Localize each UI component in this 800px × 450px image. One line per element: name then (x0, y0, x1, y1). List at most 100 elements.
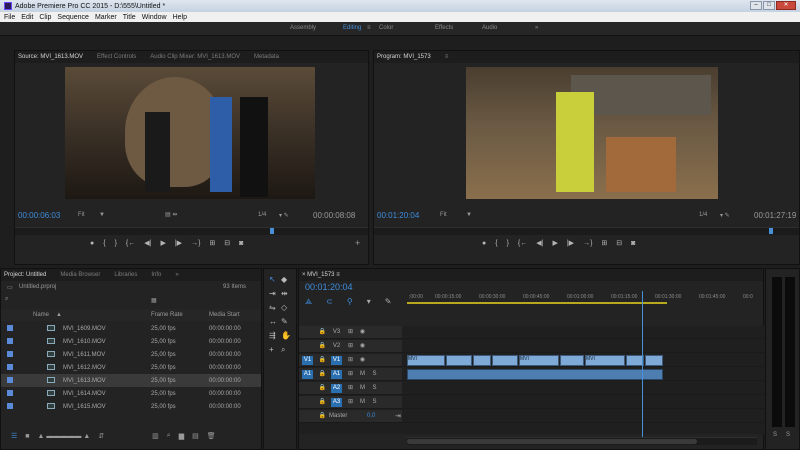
tab-media-browser[interactable]: Media Browser (60, 272, 100, 278)
track-label-v3[interactable]: V3 (331, 328, 342, 337)
new-item-icon[interactable]: ▤ (192, 432, 199, 440)
column-name[interactable]: Name (33, 312, 49, 318)
add-marker-icon[interactable]: ● (482, 240, 486, 247)
export-frame-icon[interactable]: ◙ (239, 240, 243, 247)
lock-icon[interactable]: 🔒 (317, 412, 328, 421)
slide-icon[interactable]: ⇶ (269, 331, 281, 340)
lock-icon[interactable]: 🔒 (317, 356, 328, 365)
go-to-out-icon[interactable]: →} (583, 240, 592, 247)
search-icon[interactable]: ⌕ (5, 296, 8, 303)
mark-in-icon[interactable]: { (103, 240, 105, 247)
column-media-start[interactable]: Media Start (209, 312, 240, 318)
minimize-button[interactable]: – (750, 1, 762, 10)
ripple-edit-icon[interactable]: ⇥ (269, 289, 281, 298)
workspace-assembly[interactable]: Assembly (290, 25, 316, 31)
close-button[interactable]: ✕ (776, 1, 796, 10)
source-timecode[interactable]: 00:00:06:03 (18, 211, 60, 220)
menu-clip[interactable]: Clip (39, 14, 51, 21)
source-fit-dropdown[interactable]: Fit (78, 212, 85, 218)
wrench-icon[interactable]: ▾ ✎ (720, 212, 730, 219)
sort-up-icon[interactable]: ▲ (56, 312, 62, 318)
program-timecode[interactable]: 00:01:20:04 (377, 211, 419, 220)
add-marker-icon[interactable]: ▾ (367, 297, 371, 307)
step-back-icon[interactable]: ◀| (144, 239, 151, 247)
video-clip[interactable]: MVI (519, 355, 559, 366)
eye-icon[interactable]: ◉ (357, 328, 368, 337)
eye-icon[interactable]: ◉ (357, 356, 368, 365)
mark-in-icon[interactable]: { (495, 240, 497, 247)
lock-icon[interactable]: 🔒 (317, 384, 328, 393)
mute-icon[interactable]: M (357, 398, 368, 407)
timeline-settings-icon[interactable]: ✎ (385, 297, 392, 307)
workspace-audio[interactable]: Audio (482, 25, 497, 31)
slip-icon[interactable]: ↔ (269, 317, 281, 326)
timeline-playhead[interactable] (642, 291, 643, 441)
sync-lock-icon[interactable]: ⊞ (345, 328, 356, 337)
chevron-down-icon[interactable]: ▼ (466, 212, 472, 218)
linked-selection-icon[interactable]: ⚲ (347, 297, 353, 307)
sync-lock-icon[interactable]: ⊞ (345, 370, 356, 379)
play-icon[interactable]: ▶ (160, 239, 165, 247)
video-clip[interactable]: MVI (585, 355, 625, 366)
program-tab-menu-icon[interactable]: ≡ (445, 54, 449, 60)
timeline-ruler[interactable]: ;00:00 00:00:15:00 00:00:30:00 00:00:45:… (407, 291, 762, 305)
track-label-v2[interactable]: V2 (331, 342, 342, 351)
source-resolution[interactable]: 1/4 (258, 212, 266, 218)
list-view-icon[interactable]: ☰ (11, 432, 17, 440)
workspace-color[interactable]: Color (379, 25, 393, 31)
track-label-v1[interactable]: V1 (331, 356, 342, 365)
video-clip[interactable]: MVI (407, 355, 445, 366)
tab-project[interactable]: Project: Untitled (4, 272, 46, 278)
tab-audio-clip-mixer[interactable]: Audio Clip Mixer: MVI_1613.MOV (150, 54, 240, 60)
workspace-effects[interactable]: Effects (435, 25, 453, 31)
solo-right-button[interactable]: S (786, 432, 790, 438)
menu-title[interactable]: Title (123, 14, 136, 21)
list-item[interactable]: MVI_1611.MOV 25,00 fps 00:00:00:00 (1, 348, 261, 361)
track-label-a1[interactable]: A1 (331, 370, 342, 379)
program-fit-dropdown[interactable]: Fit (440, 212, 447, 218)
overwrite-icon[interactable]: ⊟ (224, 239, 230, 247)
selection-tool-icon[interactable]: ↖ (269, 275, 281, 284)
video-clip[interactable] (492, 355, 518, 366)
chevron-down-icon[interactable]: ▼ (99, 212, 105, 218)
list-item[interactable]: MVI_1609.MOV 25,00 fps 00:00:00:00 (1, 322, 261, 335)
new-bin-icon[interactable]: ▆ (179, 432, 184, 440)
sync-lock-icon[interactable]: ⊞ (345, 356, 356, 365)
rolling-edit-icon[interactable]: ⇹ (281, 289, 293, 298)
program-resolution[interactable]: 1/4 (699, 212, 707, 218)
settings-icon[interactable]: ▤ ⇹ (165, 211, 177, 218)
master-volume[interactable]: 0,0 (367, 413, 375, 419)
scrollbar-thumb[interactable] (407, 439, 697, 444)
lock-icon[interactable]: 🔒 (317, 342, 328, 351)
icon-view-icon[interactable]: ■ (25, 433, 29, 440)
work-area-bar[interactable] (407, 302, 667, 304)
pen-icon[interactable]: ✎ (281, 317, 293, 326)
menu-marker[interactable]: Marker (95, 14, 117, 21)
solo-icon[interactable]: S (369, 384, 380, 393)
tab-info[interactable]: Info (151, 272, 161, 278)
tab-metadata[interactable]: Metadata (254, 54, 279, 60)
list-item[interactable]: MVI_1614.MOV 25,00 fps 00:00:00:00 (1, 387, 261, 400)
source-playhead[interactable] (270, 228, 274, 234)
zoom-slider[interactable]: ▲ ▬▬▬▬▬ ▲ (38, 433, 91, 440)
menu-window[interactable]: Window (142, 14, 167, 21)
rate-stretch-icon[interactable]: ⇋ (269, 303, 281, 312)
solo-icon[interactable]: S (369, 398, 380, 407)
eye-icon[interactable]: ◉ (357, 342, 368, 351)
list-item[interactable]: MVI_1615.MOV 25,00 fps 00:00:00:00 (1, 400, 261, 413)
sync-lock-icon[interactable]: ⊞ (345, 398, 356, 407)
source-patch-v1[interactable]: V1 (302, 356, 313, 365)
search-icon[interactable]: ⌕ (167, 432, 171, 440)
automate-icon[interactable]: ▥ (152, 432, 159, 440)
track-select-icon[interactable]: ◆ (281, 275, 293, 284)
sync-lock-icon[interactable]: ⊞ (345, 384, 356, 393)
tab-libraries[interactable]: Libraries (114, 272, 137, 278)
menu-help[interactable]: Help (173, 14, 187, 21)
workspace-menu-icon[interactable]: ≡ (367, 25, 371, 31)
tab-program[interactable]: Program: MVI_1573 (377, 54, 431, 60)
bin-icon[interactable]: ▦ (151, 297, 157, 304)
program-video-frame[interactable] (466, 67, 718, 199)
sort-icon[interactable]: ⇵ (98, 432, 104, 440)
add-marker-icon[interactable]: ● (90, 240, 94, 247)
zoom-icon[interactable]: ⌕ (281, 345, 293, 355)
